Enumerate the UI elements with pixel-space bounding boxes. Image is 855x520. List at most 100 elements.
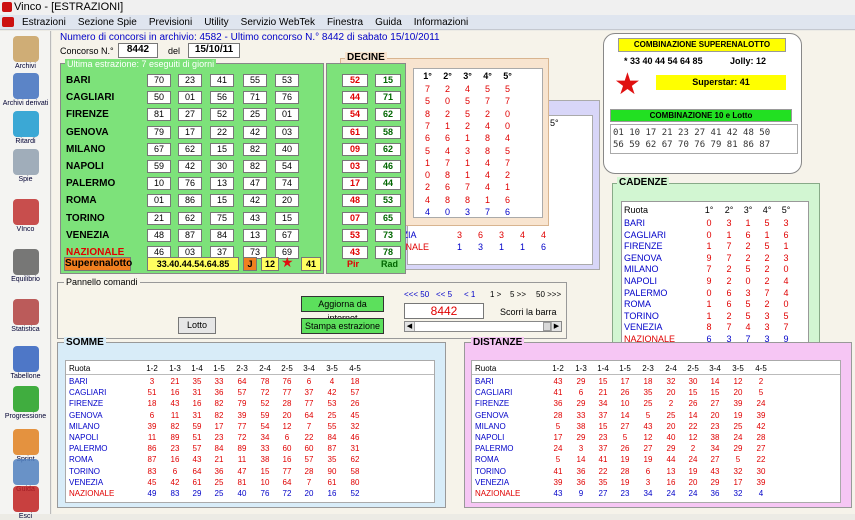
sidebar-item-ritardi[interactable]: Ritardi xyxy=(0,111,51,145)
decine-cell: 2 xyxy=(444,108,450,119)
sprint-icon xyxy=(12,429,39,455)
sidebar-label: VInco xyxy=(16,226,35,233)
scroll-right-icon[interactable]: ▶ xyxy=(551,322,561,331)
concorso-field[interactable]: 8442 xyxy=(118,43,158,58)
decine-cell: 2 xyxy=(484,108,490,119)
pir-rad-panel: 52 15 44 71 54 62 61 58 09 62 03 46 17 44 48 53 07 65 53 73… xyxy=(326,63,406,274)
decine-title: DECINE xyxy=(345,52,387,63)
pir-value: 61 xyxy=(342,125,368,139)
extraction-number: 10 xyxy=(147,177,171,191)
distanze-cell: 20 xyxy=(688,477,698,487)
distanze-cell: 23 xyxy=(710,421,720,431)
somme-cell: 15 xyxy=(260,466,270,476)
distanze-cell: 12 xyxy=(643,433,653,442)
city-name: BARI xyxy=(66,75,91,86)
date-field[interactable]: 15/10/11 xyxy=(188,43,240,58)
superenalotto-numbers: * 33 40 44 54 64 85 xyxy=(624,56,703,66)
menu-item-previsioni[interactable]: Previsioni xyxy=(143,15,198,30)
rad-value: 53 xyxy=(375,194,401,208)
distanze-cell: 30 xyxy=(756,466,766,476)
nav-button[interactable]: << 5 xyxy=(436,290,452,299)
distanze-cell: 28 xyxy=(756,433,766,442)
cadenze-cell: 3 xyxy=(745,287,751,298)
sidebar-item-sprint[interactable]: Sprint xyxy=(0,429,51,463)
somme-cell: 31 xyxy=(350,444,360,454)
city-name: TORINO xyxy=(66,212,105,224)
extraction-number: 82 xyxy=(243,142,267,156)
menu-item-informazioni[interactable]: Informazioni xyxy=(408,15,474,30)
somme-cell: 42 xyxy=(170,477,180,487)
menu-item-guida[interactable]: Guida xyxy=(369,15,408,30)
system-menu-icon[interactable] xyxy=(2,17,14,27)
scroll-label: Scorri la barra xyxy=(500,307,557,317)
archivi-derivati-icon xyxy=(12,73,39,99)
distanze-cell: 43 xyxy=(643,421,653,431)
concorso-scrollbar[interactable]: ◀ ▶ xyxy=(404,321,562,332)
decine-cell: 4 xyxy=(504,133,510,144)
somme-city: TORINO xyxy=(69,466,100,476)
update-internet-button[interactable]: Aggiorna da internet xyxy=(301,296,384,323)
somme-cell: 40 xyxy=(237,489,247,498)
sidebar-item-archivi[interactable]: Archivi xyxy=(0,36,51,70)
extraction-number: 25 xyxy=(243,108,267,122)
somme-cell: 57 xyxy=(192,444,202,454)
distanze-cell: 19 xyxy=(620,455,630,465)
menu-item-utility[interactable]: Utility xyxy=(198,15,234,30)
decine-cell: 2 xyxy=(444,84,450,94)
app-icon xyxy=(2,2,12,12)
somme-cell: 72 xyxy=(260,388,270,398)
somme-cell: 16 xyxy=(327,489,337,498)
menu-item-sezione-spie[interactable]: Sezione Spie xyxy=(72,15,143,30)
distanze-header: 1-4 xyxy=(597,364,609,373)
decine-cell: 4 xyxy=(424,194,430,205)
cadenze-cell: 6 xyxy=(726,287,732,298)
sidebar-item-progressione[interactable]: Progressione xyxy=(0,386,51,420)
scroll-thumb[interactable] xyxy=(543,322,551,331)
somme-cell: 36 xyxy=(214,466,224,476)
extraction-number: 01 xyxy=(147,194,171,208)
star-icon: ★ xyxy=(614,68,641,101)
menu-item-finestra[interactable]: Finestra xyxy=(321,15,369,30)
decine-header: 3° xyxy=(463,71,472,81)
decine-cell: 1 xyxy=(464,157,470,168)
nav-button[interactable]: 5 >> xyxy=(510,290,526,299)
somme-cell: 7 xyxy=(306,477,312,487)
scroll-left-icon[interactable]: ◀ xyxy=(405,322,415,331)
decine-cell: 3 xyxy=(464,145,470,156)
sidebar-item-spie[interactable]: Spie xyxy=(0,149,51,183)
distanze-cell: 38 xyxy=(710,433,720,442)
decine-cell: 7 xyxy=(504,157,510,168)
distanze-city: NAPOLI xyxy=(475,433,505,442)
nav-button[interactable]: < 1 xyxy=(464,290,475,299)
menu-item-servizio-webtek[interactable]: Servizio WebTek xyxy=(235,15,321,30)
distanze-cell: 44 xyxy=(666,455,676,465)
sidebar-item-tabellone[interactable]: Tabellone xyxy=(0,346,51,380)
extraction-number: 54 xyxy=(275,160,299,173)
sidebar-label: Tabellone xyxy=(10,373,41,380)
print-extraction-button[interactable]: Stampa estrazione xyxy=(301,318,384,334)
distanze-cell: 5 xyxy=(622,433,628,442)
sidebar-item-archivi-derivati[interactable]: Archivi derivati xyxy=(0,73,51,107)
decine-cell: 6 xyxy=(504,194,510,205)
somme-cell: 39 xyxy=(147,421,157,431)
lotto10-title: COMBINAZIONE 10 e Lotto xyxy=(610,109,792,122)
nav-button[interactable]: 50 >>> xyxy=(536,290,561,299)
nazionale-cell: 6 xyxy=(540,242,546,252)
cadenze-cell: 4 xyxy=(783,276,789,286)
nav-button[interactable]: 1 > xyxy=(490,290,501,299)
cadenze-cell: 5 xyxy=(764,218,770,228)
distanze-title: DISTANZE xyxy=(471,337,525,348)
nav-button[interactable]: <<< 50 xyxy=(404,290,429,299)
sidebar-item-esci[interactable]: Esci xyxy=(0,486,51,520)
somme-cell: 45 xyxy=(147,477,157,487)
sidebar-item-statistica[interactable]: Statistica xyxy=(0,299,51,333)
somme-cell: 23 xyxy=(170,444,180,454)
menu-item-estrazioni[interactable]: Estrazioni xyxy=(16,15,72,30)
somme-cell: 52 xyxy=(350,489,360,498)
distanze-cell: 13 xyxy=(666,466,676,476)
sidebar-item-equilibrio[interactable]: Equilibrio xyxy=(0,249,51,283)
lotto-button[interactable]: Lotto xyxy=(178,317,216,334)
sidebar-item-vinco[interactable]: VInco xyxy=(0,199,51,233)
somme-cell: 51 xyxy=(147,388,157,398)
command-panel-title: Pannello comandi xyxy=(64,277,140,287)
